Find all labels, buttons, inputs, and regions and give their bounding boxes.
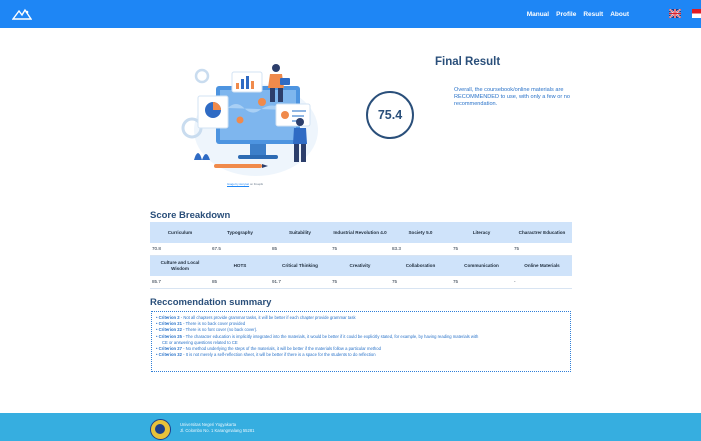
table-value-cell: 85 xyxy=(210,276,270,289)
table-header-cell: Charactrer Education xyxy=(512,222,572,243)
uk-flag-icon[interactable] xyxy=(669,9,681,18)
table-value-cell: 75 xyxy=(451,276,512,289)
footer-street-address: Jl. Colombo No. 1 Karangmalang 55281 xyxy=(180,428,255,434)
top-navbar: Manual Profile Result About xyxy=(0,0,701,28)
criterion-label: Criterion 22 xyxy=(158,327,182,333)
table-header-cell: Communication xyxy=(451,255,512,276)
university-logo-icon xyxy=(150,419,171,440)
criterion-text: - There is no font cover (no back cover)… xyxy=(181,327,258,333)
table-value-cell: 91.7 xyxy=(270,276,330,289)
table-header-cell: Collaboration xyxy=(390,255,451,276)
table-value-cell: 70.8 xyxy=(150,243,210,256)
criterion-label: Criterion 25 xyxy=(158,333,182,339)
criterion-text: - Not all chapters provide grammar tasks… xyxy=(179,315,356,320)
recommendation-list: • Criterion 2 - Not all chapters provide… xyxy=(151,311,571,372)
table-value-cell: 83.3 xyxy=(390,243,451,256)
final-result-title: Final Result xyxy=(435,56,501,68)
table-header-cell: Suitability xyxy=(270,222,330,243)
criterion-text: - There is no back cover provided xyxy=(181,321,246,327)
final-score-ring: 75.4 xyxy=(366,91,414,139)
score-breakdown-title: Score Breakdown xyxy=(150,210,231,221)
table-value-cell: 75 xyxy=(330,276,390,289)
nav-manual[interactable]: Manual xyxy=(527,11,549,18)
table-header-cell: Creativity xyxy=(330,255,390,276)
criterion-label: Criterion 27 xyxy=(158,346,182,352)
table-header-cell: Society 5.0 xyxy=(390,222,451,243)
table-header-cell: HOTS xyxy=(210,255,270,276)
table-value-cell: 67.5 xyxy=(210,243,270,256)
table-value-cell: 75 xyxy=(330,243,390,256)
table-header-cell: Critical Thinking xyxy=(270,255,330,276)
criterion-text: - It is not merely a self-reflection she… xyxy=(181,352,376,358)
table-value-cell: 75 xyxy=(451,243,512,256)
table-header-cell: Culture and Local Wisdom xyxy=(150,255,210,276)
table-value-cell: 75 xyxy=(512,243,572,256)
table-header-cell: Online Materials xyxy=(512,255,572,276)
data-analysis-illustration xyxy=(181,64,318,176)
logo-icon[interactable] xyxy=(12,8,32,20)
footer-address: Universitas Negeri Yogyakarta Jl. Colomb… xyxy=(180,422,255,434)
criterion-text: - The character education is implicitly … xyxy=(181,333,479,339)
nav-result[interactable]: Result xyxy=(583,11,603,18)
table-header-cell: Literacy xyxy=(451,222,512,243)
table-value-cell: 85 xyxy=(270,243,330,256)
table-value-row: 70.8 67.5 85 75 83.3 75 75 xyxy=(150,243,572,256)
table-value-cell: 85.7 xyxy=(150,276,210,289)
list-item: • Criterion 32 - It is not merely a self… xyxy=(156,352,376,358)
criterion-label: Criterion 21 xyxy=(158,321,182,327)
table-header-row: Culture and Local Wisdom HOTS Critical T… xyxy=(150,255,572,276)
table-value-cell: - xyxy=(512,276,572,289)
indonesia-flag-icon[interactable] xyxy=(692,9,701,18)
image-credit: Image by storyset on Freepik xyxy=(227,182,263,186)
criterion-label: Criterion 32 xyxy=(158,352,182,358)
recommendation-summary-title: Reccomendation summary xyxy=(150,297,272,308)
table-header-cell: Industrial Revolution 4.0 xyxy=(330,222,390,243)
score-breakdown-table: Curriculum Typography Suitability Indust… xyxy=(150,222,572,289)
criterion-text: - No method underlying the steps of the … xyxy=(181,346,381,352)
nav-profile[interactable]: Profile xyxy=(556,11,576,18)
image-credit-suffix: on Freepik xyxy=(249,182,264,186)
image-credit-link[interactable]: Image by storyset xyxy=(227,182,249,186)
table-header-cell: Curriculum xyxy=(150,222,210,243)
final-result-description: Overall, the coursebook/online materials… xyxy=(454,87,570,108)
footer xyxy=(0,413,701,441)
table-header-row: Curriculum Typography Suitability Indust… xyxy=(150,222,572,243)
criterion-label: Criterion 2 xyxy=(158,315,180,320)
final-score-value: 75.4 xyxy=(377,108,403,122)
table-value-row: 85.7 85 91.7 75 75 75 - xyxy=(150,276,572,289)
table-header-cell: Typography xyxy=(210,222,270,243)
table-value-cell: 75 xyxy=(390,276,451,289)
nav-links: Manual Profile Result About xyxy=(527,0,629,28)
nav-about[interactable]: About xyxy=(610,11,629,18)
